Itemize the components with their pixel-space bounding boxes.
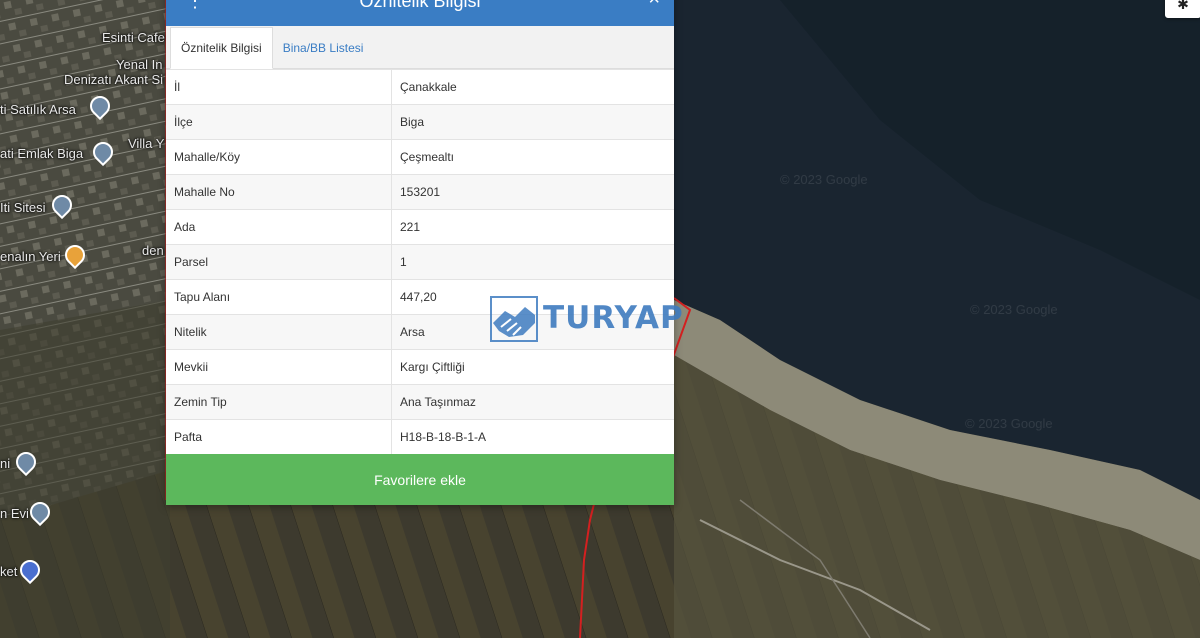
attribute-key: Mevkii <box>166 349 392 385</box>
attribute-value: 1 <box>391 244 674 280</box>
attribute-key: Tapu Alanı <box>166 279 392 315</box>
close-icon[interactable]: × <box>648 0 660 11</box>
attribute-key: Mahalle No <box>166 174 392 210</box>
handshake-icon <box>490 296 538 342</box>
map-label: n Evi <box>0 506 29 521</box>
map-label: enalın Yeri <box>0 249 61 264</box>
attribute-key: Zemin Tip <box>166 384 392 420</box>
tab-attribute-info[interactable]: Öznitelik Bilgisi <box>170 27 273 69</box>
map-label: ket <box>0 564 18 579</box>
map-label: ati Emlak Biga <box>0 146 84 161</box>
tab-building-list[interactable]: Bina/BB Listesi <box>273 28 374 68</box>
table-row: Parsel 1 <box>166 244 674 280</box>
table-row: Mahalle No 153201 <box>166 174 674 210</box>
map-label: Esinti Cafe <box>102 30 165 45</box>
map-settings-button[interactable]: ✱ <box>1165 0 1200 18</box>
table-row: Zemin Tip Ana Taşınmaz <box>166 384 674 420</box>
attribute-value: Ana Taşınmaz <box>391 384 674 420</box>
map-label: Iti Sitesi <box>0 200 46 215</box>
table-row: İlçe Biga <box>166 104 674 140</box>
map-label: Denizatı Akant Si <box>64 72 163 87</box>
attribute-key: Ada <box>166 209 392 245</box>
attribute-value: Kargı Çiftliği <box>391 349 674 385</box>
map-watermark: © 2023 Google <box>780 172 868 187</box>
attribute-key: Mahalle/Köy <box>166 139 392 175</box>
attribute-value: 153201 <box>391 174 674 210</box>
more-vertical-icon[interactable]: ⋮ <box>186 0 204 10</box>
attribute-key: Pafta <box>166 419 392 454</box>
map-watermark: © 2023 Google <box>965 416 1053 431</box>
map-label: Yenal In <box>116 57 163 72</box>
attribute-key: Nitelik <box>166 314 392 350</box>
attribute-value: Çanakkale <box>391 69 674 105</box>
add-to-favorites-button[interactable]: Favorilere ekle <box>166 454 674 505</box>
popup-title: Öznitelik Bilgisi <box>359 0 481 11</box>
logo-wordmark: TURYAP <box>543 300 684 336</box>
attribute-key: İl <box>166 69 392 105</box>
popup-tabs: Öznitelik Bilgisi Bina/BB Listesi <box>166 26 674 69</box>
map-label: den <box>142 243 164 258</box>
popup-header: ⋮ Öznitelik Bilgisi × <box>166 0 674 26</box>
table-row: İl Çanakkale <box>166 69 674 105</box>
map-label: ni <box>0 456 11 471</box>
attribute-table: İl Çanakkale İlçe Biga Mahalle/Köy Çeşmealtı M… <box>166 69 674 454</box>
turyap-logo: TURYAP <box>489 293 684 343</box>
attribute-key: Parsel <box>166 244 392 280</box>
map-label: ti Satılık Arsa <box>0 102 76 117</box>
attribute-value: Biga <box>391 104 674 140</box>
map-label: Villa Y <box>128 136 165 151</box>
table-row: Mahalle/Köy Çeşmealtı <box>166 139 674 175</box>
attribute-value: H18-B-18-B-1-A <box>391 419 674 454</box>
attribute-value: Çeşmealtı <box>391 139 674 175</box>
table-row: Mevkii Kargı Çiftliği <box>166 349 674 385</box>
gear-icon: ✱ <box>1177 0 1189 12</box>
attribute-key: İlçe <box>166 104 392 140</box>
attribute-popup: ⋮ Öznitelik Bilgisi × Öznitelik Bilgisi … <box>166 0 674 505</box>
map-watermark: © 2023 Google <box>970 302 1058 317</box>
attribute-value: 221 <box>391 209 674 245</box>
table-row: Ada 221 <box>166 209 674 245</box>
table-row: Pafta H18-B-18-B-1-A <box>166 419 674 454</box>
